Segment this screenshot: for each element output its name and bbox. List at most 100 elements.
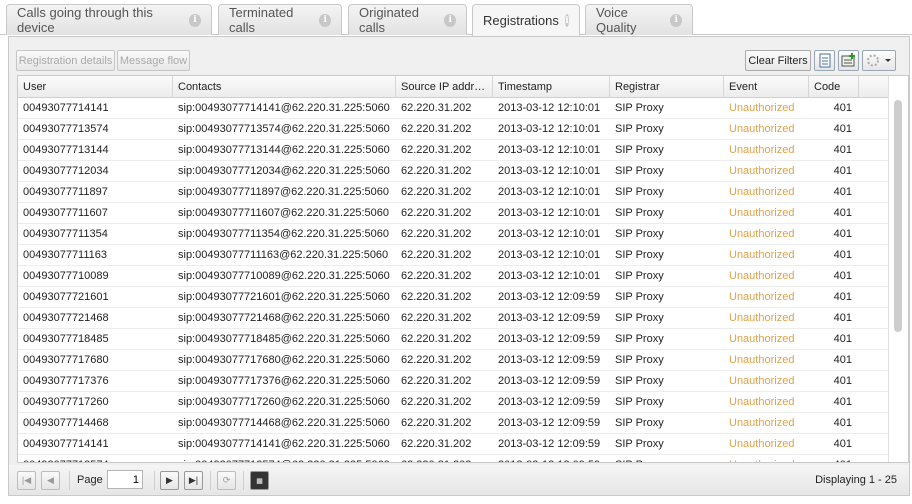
- table-row[interactable]: 00493077721468 sip:00493077721468@62.220.…: [18, 308, 890, 329]
- cell-contacts: sip:00493077717260@62.220.31.225:5060: [178, 396, 390, 408]
- cell-registrar: SIP Proxy: [615, 312, 664, 324]
- cell-source-ip: 62.220.31.202: [401, 312, 472, 324]
- cell-registrar: SIP Proxy: [615, 396, 664, 408]
- cell-source-ip: 62.220.31.202: [401, 228, 472, 240]
- table-row[interactable]: 00493077712034 sip:00493077712034@62.220.…: [18, 161, 890, 182]
- cell-contacts: sip:00493077711607@62.220.31.225:5060: [178, 207, 389, 219]
- cell-code: 401: [809, 455, 859, 462]
- refresh-icon[interactable]: ⟳: [217, 471, 236, 490]
- table-row[interactable]: 00493077711607 sip:00493077711607@62.220.…: [18, 203, 890, 224]
- cell-registrar: SIP Proxy: [615, 270, 664, 282]
- column-header-event[interactable]: Event: [724, 76, 809, 98]
- registrations-panel: Registration details Message flow Clear …: [8, 36, 910, 496]
- column-header-code[interactable]: Code: [809, 76, 859, 98]
- settings-icon[interactable]: [862, 50, 896, 71]
- next-page-icon[interactable]: ▶: [160, 471, 179, 490]
- cell-user: 00493077711607: [23, 207, 108, 219]
- info-icon: i: [670, 13, 682, 27]
- grid-rows: 00493077714141 sip:00493077714141@62.220.…: [18, 98, 890, 462]
- cell-source-ip: 62.220.31.202: [401, 123, 472, 135]
- pager-separator: [243, 471, 244, 490]
- pager-separator: [69, 471, 70, 490]
- tab-originated-calls[interactable]: Originated calls i: [348, 4, 467, 35]
- cell-timestamp: 2013-03-12 12:10:01: [498, 228, 601, 240]
- cell-contacts: sip:00493077721601@62.220.31.225:5060: [178, 291, 390, 303]
- table-row[interactable]: 00493077713574sip:00493077713574@62.220.…: [18, 455, 890, 462]
- cell-user: 00493077710089: [23, 270, 109, 282]
- vertical-scrollbar[interactable]: [888, 76, 908, 462]
- tab-label: Calls going through this device: [17, 5, 153, 35]
- cell-contacts: sip:00493077711897@62.220.31.225:5060: [178, 186, 389, 198]
- table-row[interactable]: 00493077713144 sip:00493077713144@62.220.…: [18, 140, 890, 161]
- table-row[interactable]: 00493077714141 sip:00493077714141@62.220.…: [18, 434, 890, 455]
- table-row[interactable]: 00493077714141 sip:00493077714141@62.220.…: [18, 98, 890, 119]
- grid-toolbar: Registration details Message flow Clear …: [9, 37, 909, 73]
- add-filter-icon[interactable]: [838, 50, 859, 71]
- column-header-registrar[interactable]: Registrar: [610, 76, 724, 98]
- tab-label: Originated calls: [359, 5, 419, 35]
- info-icon: i: [319, 13, 331, 27]
- column-header-contacts[interactable]: Contacts: [173, 76, 396, 98]
- cell-registrar: SIP Proxy: [615, 144, 664, 156]
- cell-contacts: sip:00493077713574@62.220.31.225:5060: [173, 455, 396, 462]
- table-row[interactable]: 00493077717376 sip:00493077717376@62.220.…: [18, 371, 890, 392]
- message-flow-button[interactable]: Message flow: [117, 50, 190, 71]
- cell-registrar: SIP Proxy: [615, 333, 664, 345]
- registration-details-button[interactable]: Registration details: [16, 50, 115, 71]
- cell-contacts: sip:00493077710089@62.220.31.225:5060: [178, 270, 390, 282]
- columns-icon[interactable]: ▦: [250, 471, 269, 490]
- cell-timestamp: 2013-03-12 12:10:01: [498, 207, 601, 219]
- cell-source-ip: 62.220.31.202: [401, 417, 472, 429]
- info-icon: i: [444, 13, 456, 27]
- cell-user: 00493077717260: [23, 396, 109, 408]
- table-row[interactable]: 00493077717680 sip:00493077717680@62.220.…: [18, 350, 890, 371]
- cell-user: 00493077713574: [18, 455, 173, 462]
- cell-code: 401: [833, 207, 852, 219]
- cell-source-ip: 62.220.31.202: [401, 333, 472, 345]
- tab-terminated-calls[interactable]: Terminated calls i: [218, 4, 342, 35]
- cell-timestamp: 2013-03-12 12:09:59: [498, 333, 601, 345]
- cell-timestamp: 2013-03-12 12:10:01: [498, 144, 601, 156]
- table-row[interactable]: 00493077717260 sip:00493077717260@62.220.…: [18, 392, 890, 413]
- cell-timestamp: 2013-03-12 12:09:59: [493, 455, 610, 462]
- cell-event: Unauthorized: [729, 207, 795, 219]
- column-header-user[interactable]: User: [18, 76, 173, 98]
- tab-voice-quality[interactable]: Voice Quality i: [585, 4, 693, 35]
- clear-filters-button[interactable]: Clear Filters: [745, 50, 811, 71]
- tab-calls-through-device[interactable]: Calls going through this device i: [6, 4, 212, 35]
- export-icon[interactable]: [814, 50, 835, 71]
- cell-registrar: SIP Proxy: [615, 102, 664, 114]
- cell-user: 00493077711354: [23, 228, 108, 240]
- cell-event: Unauthorized: [729, 123, 795, 135]
- cell-code: 401: [833, 165, 852, 177]
- table-row[interactable]: 00493077714468 sip:00493077714468@62.220.…: [18, 413, 890, 434]
- table-row[interactable]: 00493077713574sip:00493077713574@62.220.…: [18, 119, 890, 140]
- first-page-icon[interactable]: |◀: [17, 471, 36, 490]
- last-page-icon[interactable]: ▶|: [184, 471, 203, 490]
- cell-code: 401: [833, 354, 852, 366]
- table-row[interactable]: 00493077711897 sip:00493077711897@62.220.…: [18, 182, 890, 203]
- column-header-source-ip[interactable]: Source IP addr…: [396, 76, 493, 98]
- table-row[interactable]: 00493077711354 sip:00493077711354@62.220.…: [18, 224, 890, 245]
- table-row[interactable]: 00493077718485 sip:00493077718485@62.220.…: [18, 329, 890, 350]
- page-number-input[interactable]: [107, 470, 143, 489]
- tab-registrations[interactable]: Registrations i: [472, 4, 580, 36]
- displaying-count: Displaying 1 - 25: [815, 474, 897, 486]
- table-row[interactable]: 00493077710089 sip:00493077710089@62.220.…: [18, 266, 890, 287]
- scrollbar-thumb[interactable]: [894, 100, 902, 332]
- cell-event: Unauthorized: [729, 228, 795, 240]
- cell-user: 00493077714468: [23, 417, 109, 429]
- cell-contacts: sip:00493077712034@62.220.31.225:5060: [178, 165, 390, 177]
- table-row[interactable]: 00493077711163 sip:00493077711163@62.220.…: [18, 245, 890, 266]
- cell-registrar: SIP Proxy: [615, 438, 664, 450]
- cell-user: 00493077711163: [23, 249, 108, 261]
- cell-source-ip: 62.220.31.202: [401, 207, 472, 219]
- cell-contacts: sip:00493077713574@62.220.31.225:5060: [178, 123, 390, 135]
- cell-timestamp: 2013-03-12 12:09:59: [498, 291, 601, 303]
- previous-page-icon[interactable]: ◀: [41, 471, 60, 490]
- cell-source-ip: 62.220.31.202: [401, 144, 472, 156]
- cell-user: 00493077714141: [23, 438, 109, 450]
- table-row[interactable]: 00493077721601 sip:00493077721601@62.220.…: [18, 287, 890, 308]
- cell-timestamp: 2013-03-12 12:09:59: [498, 312, 601, 324]
- column-header-timestamp[interactable]: Timestamp: [493, 76, 610, 98]
